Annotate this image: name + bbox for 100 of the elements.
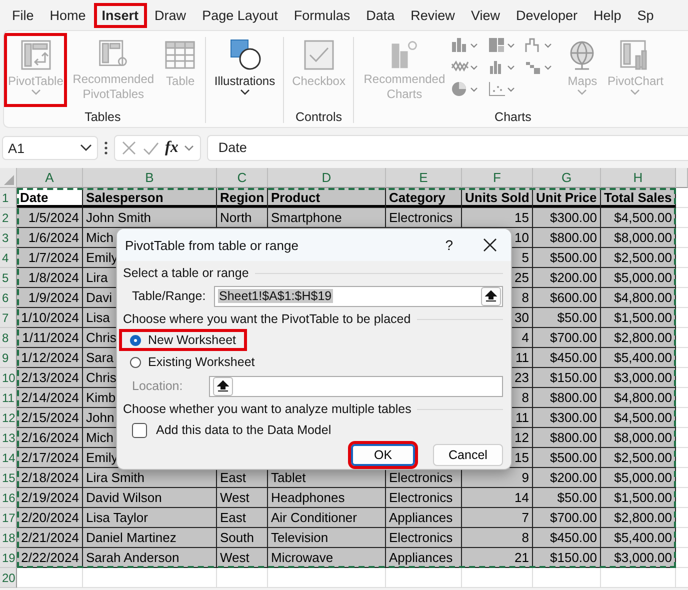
location-field[interactable] (209, 376, 503, 396)
row-header[interactable]: 1 (0, 188, 17, 208)
row-header[interactable]: 3 (0, 228, 17, 248)
row-header[interactable]: 10 (0, 368, 17, 388)
upload-arrow-icon (217, 380, 229, 392)
table-cell: Electronics (386, 208, 462, 228)
row-header[interactable]: 20 (0, 568, 17, 588)
table-cell: $300.00 (533, 208, 601, 228)
column-header[interactable]: H (601, 168, 676, 188)
row-header[interactable]: 19 (0, 548, 17, 568)
table-cell: John Smith (83, 208, 217, 228)
row-header[interactable]: 14 (0, 448, 17, 468)
table-cell: 8 (462, 528, 533, 548)
caret-icon (630, 89, 640, 95)
row-header[interactable]: 12 (0, 408, 17, 428)
table-cell: 2/14/2024 (17, 388, 83, 408)
table-cell: 2/15/2024 (17, 408, 83, 428)
table-cell: $5,000.00 (601, 468, 676, 488)
ribbon-tab[interactable]: Draw (146, 2, 194, 28)
empty-cell[interactable] (217, 568, 268, 588)
help-button[interactable]: ? (445, 237, 453, 253)
ribbon-button[interactable]: Illustrations (210, 33, 280, 107)
ribbon-tab[interactable]: Page Layout (194, 2, 286, 28)
empty-cell[interactable] (268, 568, 386, 588)
collapse-dialog-button[interactable] (213, 376, 233, 396)
cancel-button[interactable]: Cancel (433, 444, 503, 466)
close-icon[interactable] (483, 238, 497, 252)
empty-cell[interactable] (83, 568, 217, 588)
caret-icon (577, 89, 588, 95)
table-cell: Salesperson (83, 188, 217, 208)
name-box[interactable]: A1 (2, 136, 98, 160)
row-header[interactable]: 17 (0, 508, 17, 528)
range-field[interactable]: Sheet1!$A$1:$H$19 (214, 286, 503, 306)
group-label: Tables (84, 109, 121, 126)
row-header[interactable]: 7 (0, 308, 17, 328)
ribbon-tab[interactable]: Sp (629, 2, 662, 28)
cancel-icon[interactable] (121, 140, 137, 156)
column-header[interactable]: B (83, 168, 217, 188)
row-header[interactable]: 5 (0, 268, 17, 288)
formula-field[interactable]: Date (207, 135, 688, 161)
insert-function-button[interactable]: fx (165, 139, 178, 157)
row-header[interactable]: 6 (0, 288, 17, 308)
chart-icon (450, 80, 480, 98)
table-cell: Air Conditioner (268, 508, 386, 528)
collapse-dialog-button[interactable] (481, 286, 501, 306)
table-cell: Electronics (386, 528, 462, 548)
empty-cell[interactable] (601, 568, 676, 588)
table-cell: 1/11/2024 (17, 328, 83, 348)
row-header[interactable]: 9 (0, 348, 17, 368)
column-header[interactable] (676, 168, 688, 188)
row-header[interactable]: 11 (0, 388, 17, 408)
column-header[interactable]: E (386, 168, 462, 188)
table-cell: Product (268, 188, 386, 208)
row-header[interactable]: 4 (0, 248, 17, 268)
row-header[interactable]: 15 (0, 468, 17, 488)
ribbon-tab[interactable]: Review (402, 2, 463, 28)
ribbon-tab[interactable]: Data (358, 2, 403, 28)
ribbon-tab[interactable]: Insert (94, 2, 147, 28)
column-header[interactable]: D (268, 168, 386, 188)
enter-icon[interactable] (143, 140, 159, 156)
row-header[interactable]: 13 (0, 428, 17, 448)
table-cell: Electronics (386, 488, 462, 508)
column-header[interactable]: F (462, 168, 533, 188)
row-header[interactable]: 2 (0, 208, 17, 228)
column-header[interactable]: A (17, 168, 83, 188)
row-header[interactable]: 16 (0, 488, 17, 508)
table-cell: Date (17, 188, 83, 208)
table-cell: West (217, 548, 268, 568)
row-header[interactable]: 8 (0, 328, 17, 348)
empty-cell[interactable] (462, 568, 533, 588)
chart-icon (524, 36, 554, 54)
table-cell: $2,800.00 (601, 508, 676, 528)
ribbon-tab[interactable]: Formulas (286, 2, 358, 28)
empty-cell[interactable] (533, 568, 601, 588)
ribbon-tab[interactable]: View (462, 2, 508, 28)
empty-cell[interactable] (386, 568, 462, 588)
caret-icon (80, 144, 92, 152)
table-cell: $800.00 (533, 428, 601, 448)
table-cell: East (217, 508, 268, 528)
radio-option[interactable]: New Worksheet (119, 329, 247, 351)
table-cell: Appliances (386, 508, 462, 528)
ribbon-tab[interactable]: Home (42, 2, 94, 28)
table-cell: 2/16/2024 (17, 428, 83, 448)
ok-button[interactable]: OK (351, 444, 415, 466)
ribbon-tab[interactable]: File (4, 2, 42, 28)
ribbon-tab[interactable]: Developer (508, 2, 586, 28)
ribbon-tab[interactable]: Help (586, 2, 630, 28)
table-cell: East (217, 468, 268, 488)
table-cell: $500.00 (533, 248, 601, 268)
table-cell: 2/13/2024 (17, 368, 83, 388)
row-header[interactable]: 18 (0, 528, 17, 548)
table-cell: $200.00 (533, 268, 601, 288)
column-header[interactable]: C (217, 168, 268, 188)
column-header[interactable]: G (533, 168, 601, 188)
table-cell: Electronics (386, 468, 462, 488)
upload-arrow-icon (485, 290, 497, 302)
table-cell: Total Sales (601, 188, 676, 208)
select-all-corner[interactable] (0, 168, 17, 188)
table-cell: 2/21/2024 (17, 528, 83, 548)
table-cell: $450.00 (533, 348, 601, 368)
